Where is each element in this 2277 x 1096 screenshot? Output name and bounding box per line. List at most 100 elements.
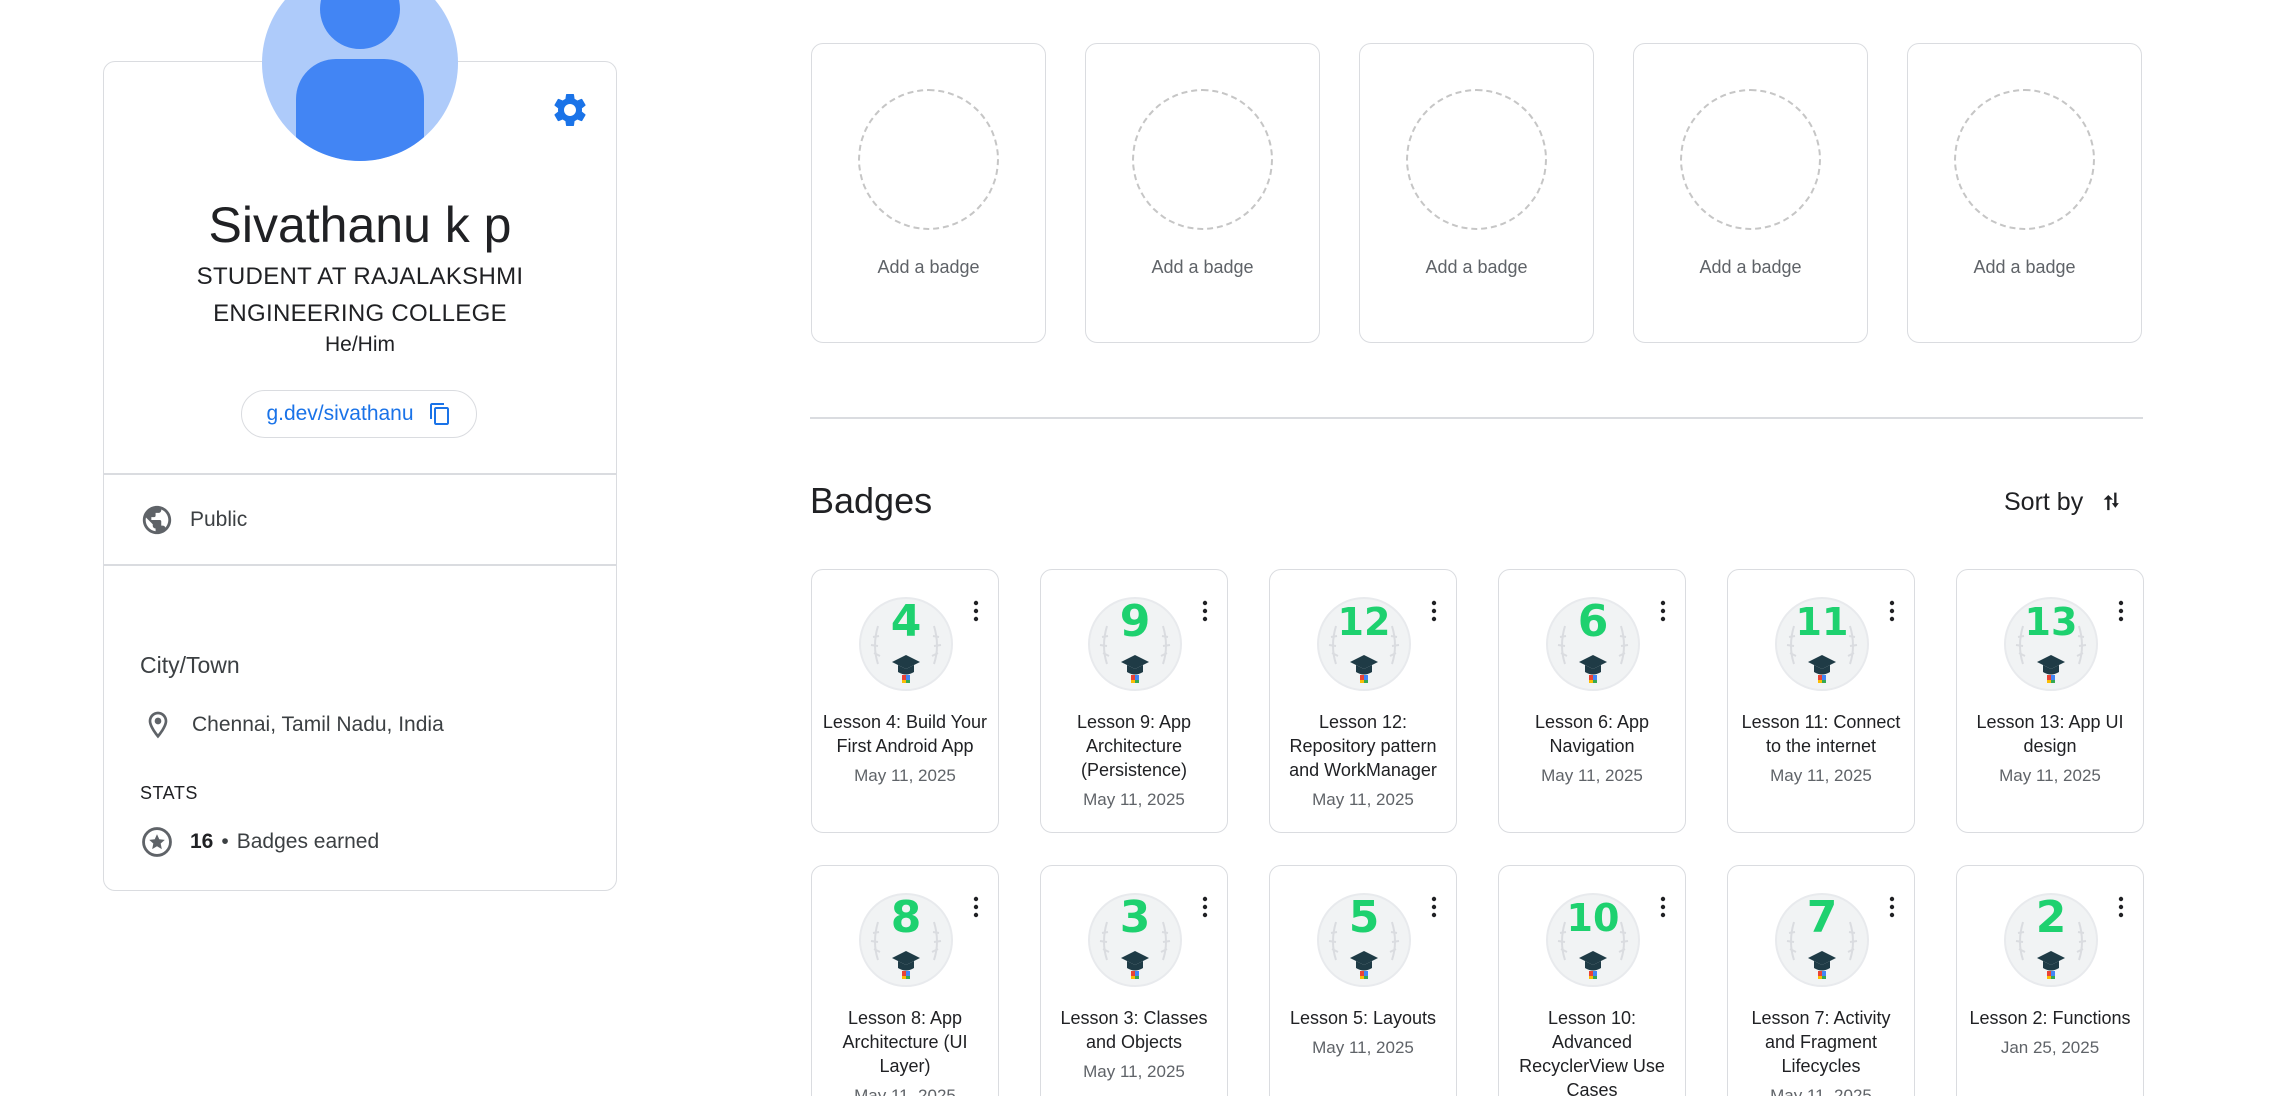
profile-divider-2 xyxy=(104,564,616,566)
city-heading: City/Town xyxy=(140,652,240,678)
visibility-row[interactable]: Public xyxy=(140,503,247,537)
add-badge-label: Add a badge xyxy=(1151,257,1254,277)
profile-divider-1 xyxy=(104,473,616,475)
badge-card[interactable]: 3 Lesson 3: Classes and Objects May 11, … xyxy=(1040,865,1228,1096)
featured-slot-1[interactable]: Add a badge xyxy=(811,43,1046,343)
stats-heading: STATS xyxy=(140,783,198,803)
empty-badge-ring xyxy=(1680,89,1821,230)
featured-slot-5[interactable]: Add a badge xyxy=(1907,43,2142,343)
more-vert-icon[interactable] xyxy=(1199,896,1211,918)
badge-date: May 11, 2025 xyxy=(1770,1086,1872,1096)
more-vert-icon[interactable] xyxy=(1428,600,1440,622)
empty-badge-ring xyxy=(1954,89,2095,230)
add-badge-label: Add a badge xyxy=(1699,257,1802,277)
featured-slot-4[interactable]: Add a badge xyxy=(1633,43,1868,343)
copy-icon[interactable] xyxy=(428,401,452,427)
featured-slot-2[interactable]: Add a badge xyxy=(1085,43,1320,343)
badge-title: Lesson 3: Classes and Objects xyxy=(1060,1008,1208,1052)
sort-arrows-icon xyxy=(2103,492,2120,511)
sort-label: Sort by xyxy=(2004,487,2084,516)
more-vert-icon[interactable] xyxy=(1657,600,1669,622)
featured-heading-fragment xyxy=(1000,0,1030,2)
badge-date: May 11, 2025 xyxy=(1541,766,1643,785)
badge-number: 5 xyxy=(1348,892,1380,943)
more-vert-icon[interactable] xyxy=(2115,600,2127,622)
badge-card[interactable]: 2 Lesson 2: Functions Jan 25, 2025 xyxy=(1956,865,2144,1096)
badge-number: 8 xyxy=(890,892,922,943)
headline-line-1: STUDENT AT RAJALAKSHMI xyxy=(196,263,524,290)
badge-title: Lesson 13: App UI design xyxy=(1976,712,2124,756)
more-vert-icon[interactable] xyxy=(2115,896,2127,918)
profile-headline: STUDENT AT RAJALAKSHMI ENGINEERING COLLE… xyxy=(103,258,617,332)
badge-number: 2 xyxy=(2035,892,2067,943)
badges-earned-label: Badges earned xyxy=(236,830,380,853)
badge-number: 6 xyxy=(1577,596,1609,647)
gear-icon[interactable] xyxy=(550,90,590,130)
avatar-body xyxy=(296,59,424,161)
featured-slot-3[interactable]: Add a badge xyxy=(1359,43,1594,343)
globe-icon xyxy=(142,505,172,535)
badge-date: May 11, 2025 xyxy=(1770,766,1872,785)
add-badge-label: Add a badge xyxy=(1425,257,1528,277)
badge-card[interactable]: 12 Lesson 12: Repository pattern and Wor… xyxy=(1269,569,1457,833)
badge-number: 9 xyxy=(1119,596,1151,647)
dot-separator: • xyxy=(221,830,229,853)
badges-earned-row: 16 • Badges earned xyxy=(140,825,379,859)
empty-badge-ring xyxy=(858,89,999,230)
badge-number: 11 xyxy=(1795,600,1849,644)
headline-line-2: ENGINEERING COLLEGE xyxy=(213,300,507,327)
more-vert-icon[interactable] xyxy=(970,600,982,622)
star-badge-icon xyxy=(142,827,172,857)
badge-card[interactable]: 8 Lesson 8: App Architecture (UI Layer) … xyxy=(811,865,999,1096)
avatar-head xyxy=(320,0,400,49)
badge-title: Lesson 5: Layouts xyxy=(1289,1008,1437,1028)
badge-date: May 11, 2025 xyxy=(854,1086,956,1096)
badges-heading: Badges xyxy=(810,480,933,521)
badge-title: Lesson 7: Activity and Fragment Lifecycl… xyxy=(1751,1008,1891,1076)
badge-title: Lesson 12: Repository pattern and WorkMa… xyxy=(1289,712,1437,780)
visibility-label: Public xyxy=(190,508,248,531)
badge-date: May 11, 2025 xyxy=(854,766,956,785)
profile-url-text[interactable]: g.dev/sivathanu xyxy=(266,402,413,426)
badge-date: May 11, 2025 xyxy=(1312,1038,1414,1057)
badge-card[interactable]: 13 Lesson 13: App UI design May 11, 2025 xyxy=(1956,569,2144,833)
sort-button[interactable]: Sort by xyxy=(2004,486,2127,518)
badge-title: Lesson 10: Advanced RecyclerView Use Cas… xyxy=(1519,1008,1665,1096)
section-divider xyxy=(810,417,2143,419)
empty-badge-ring xyxy=(1406,89,1547,230)
badge-card[interactable]: 7 Lesson 7: Activity and Fragment Lifecy… xyxy=(1727,865,1915,1096)
more-vert-icon[interactable] xyxy=(1199,600,1211,622)
badge-number: 7 xyxy=(1806,892,1838,943)
badge-card[interactable]: 5 Lesson 5: Layouts May 11, 2025 xyxy=(1269,865,1457,1096)
badge-number: 13 xyxy=(2024,600,2078,644)
badge-title: Lesson 11: Connect to the internet xyxy=(1741,712,1901,756)
badge-date: May 11, 2025 xyxy=(1083,790,1185,809)
badge-title: Lesson 8: App Architecture (UI Layer) xyxy=(842,1008,968,1076)
badge-date: May 11, 2025 xyxy=(1083,1062,1185,1081)
badge-card[interactable]: 10 Lesson 10: Advanced RecyclerView Use … xyxy=(1498,865,1686,1096)
city-value: Chennai, Tamil Nadu, India xyxy=(192,713,444,736)
badge-card[interactable]: 9 Lesson 9: App Architecture (Persistenc… xyxy=(1040,569,1228,833)
badge-date: May 11, 2025 xyxy=(1312,790,1414,809)
badge-date: May 11, 2025 xyxy=(1999,766,2101,785)
more-vert-icon[interactable] xyxy=(1886,600,1898,622)
badge-title: Lesson 2: Functions xyxy=(1969,1008,2131,1028)
location-pin-icon xyxy=(148,711,168,739)
badge-number: 12 xyxy=(1337,600,1391,644)
profile-name: Sivathanu k p xyxy=(208,197,512,253)
badge-title: Lesson 9: App Architecture (Persistence) xyxy=(1076,712,1192,780)
more-vert-icon[interactable] xyxy=(970,896,982,918)
badge-card[interactable]: 4 Lesson 4: Build Your First Android App… xyxy=(811,569,999,833)
add-badge-label: Add a badge xyxy=(877,257,980,277)
badge-card[interactable]: 6 Lesson 6: App Navigation May 11, 2025 xyxy=(1498,569,1686,833)
more-vert-icon[interactable] xyxy=(1657,896,1669,918)
empty-badge-ring xyxy=(1132,89,1273,230)
more-vert-icon[interactable] xyxy=(1886,896,1898,918)
more-vert-icon[interactable] xyxy=(1428,896,1440,918)
profile-card xyxy=(103,61,617,891)
badge-title: Lesson 6: App Navigation xyxy=(1534,712,1650,756)
badge-date: Jan 25, 2025 xyxy=(2000,1038,2100,1057)
badge-card[interactable]: 11 Lesson 11: Connect to the internet Ma… xyxy=(1727,569,1915,833)
badge-number: 10 xyxy=(1566,896,1620,940)
profile-url-button[interactable]: g.dev/sivathanu xyxy=(241,390,477,438)
